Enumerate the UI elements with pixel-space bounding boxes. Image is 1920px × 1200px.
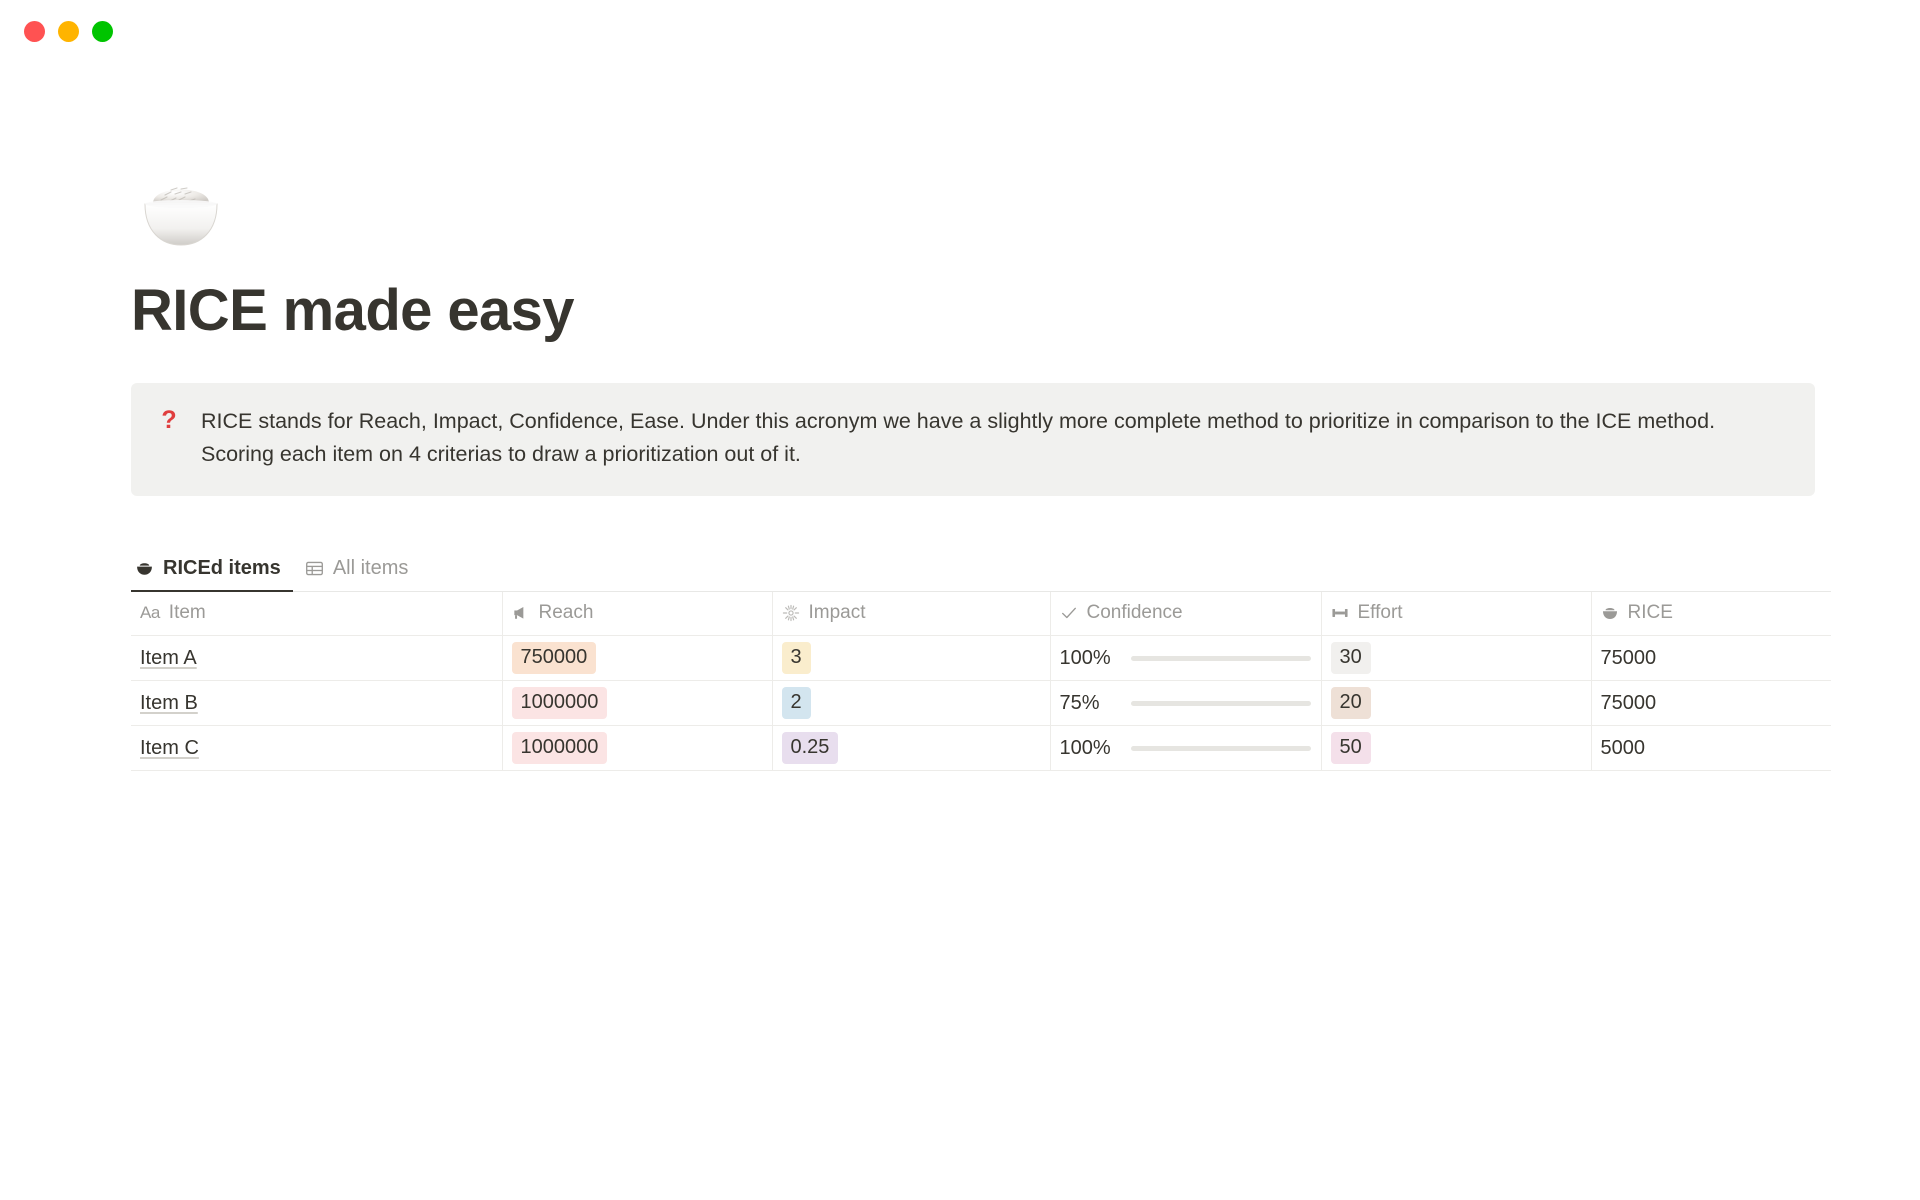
- rice-bowl-emoji[interactable]: [131, 157, 231, 257]
- cell-reach[interactable]: 1000000: [502, 681, 772, 726]
- column-header-item-label: Item: [169, 602, 206, 624]
- confidence-value: 75%: [1060, 692, 1118, 715]
- effort-pill: 30: [1331, 642, 1371, 673]
- impact-pill: 3: [782, 642, 811, 673]
- window-close-button[interactable]: [24, 21, 45, 42]
- rice-value: 5000: [1601, 737, 1646, 759]
- view-tabs: RICEd items All items: [131, 551, 1831, 592]
- rice-value: 75000: [1601, 647, 1657, 669]
- cell-effort[interactable]: 20: [1321, 681, 1591, 726]
- reach-pill: 1000000: [512, 687, 608, 718]
- column-header-rice[interactable]: RICE: [1591, 592, 1831, 636]
- callout-text: RICE stands for Reach, Impact, Confidenc…: [201, 405, 1761, 472]
- cell-confidence[interactable]: 100%: [1050, 726, 1321, 771]
- window-titlebar: [0, 0, 1920, 62]
- column-header-impact[interactable]: Impact: [772, 592, 1050, 636]
- page-title: RICE made easy: [131, 279, 1830, 344]
- rice-bowl-icon: [1601, 604, 1619, 622]
- effort-pill: 20: [1331, 687, 1371, 718]
- reach-pill: 1000000: [512, 732, 608, 763]
- column-header-reach-label: Reach: [539, 602, 594, 624]
- column-header-impact-label: Impact: [809, 602, 866, 624]
- cell-confidence[interactable]: 100%: [1050, 636, 1321, 681]
- table-row[interactable]: Item C 1000000 0.25 100% 50 5000: [131, 726, 1831, 771]
- table-row[interactable]: Item A 750000 3 100% 30 75000: [131, 636, 1831, 681]
- tab-all-items[interactable]: All items: [301, 551, 421, 591]
- tab-all-items-label: All items: [333, 557, 409, 580]
- cell-item[interactable]: Item B: [131, 681, 502, 726]
- tab-riced-items[interactable]: RICEd items: [131, 551, 293, 591]
- page-content: RICE made easy ? RICE stands for Reach, …: [0, 157, 1920, 771]
- confidence-value: 100%: [1060, 737, 1118, 760]
- column-header-effort-label: Effort: [1358, 602, 1403, 624]
- impact-pill: 0.25: [782, 732, 839, 763]
- confidence-progress-bar: [1131, 746, 1311, 751]
- column-header-confidence-label: Confidence: [1087, 602, 1183, 624]
- reach-pill: 750000: [512, 642, 597, 673]
- cell-item[interactable]: Item A: [131, 636, 502, 681]
- tab-riced-items-label: RICEd items: [163, 557, 281, 580]
- table-header-row: Aa Item Reach: [131, 592, 1831, 636]
- table-body: Item A 750000 3 100% 30 75000 Item B 1000000 2 75…: [131, 636, 1831, 771]
- window-maximize-button[interactable]: [92, 21, 113, 42]
- cell-item[interactable]: Item C: [131, 726, 502, 771]
- cell-impact[interactable]: 3: [772, 636, 1050, 681]
- column-header-item[interactable]: Aa Item: [131, 592, 502, 636]
- confidence-value: 100%: [1060, 647, 1118, 670]
- rice-value: 75000: [1601, 692, 1657, 714]
- rice-database-table: Aa Item Reach: [131, 592, 1831, 772]
- cell-rice[interactable]: 75000: [1591, 636, 1831, 681]
- sparkle-burst-icon: [782, 604, 800, 622]
- aa-text-icon: Aa: [140, 603, 160, 623]
- item-link[interactable]: Item A: [140, 647, 197, 669]
- cell-effort[interactable]: 30: [1321, 636, 1591, 681]
- confidence-progress-bar: [1131, 656, 1311, 661]
- callout-block: ? RICE stands for Reach, Impact, Confide…: [131, 383, 1815, 496]
- column-header-effort[interactable]: Effort: [1321, 592, 1591, 636]
- cell-confidence[interactable]: 75%: [1050, 681, 1321, 726]
- item-link[interactable]: Item B: [140, 692, 198, 714]
- item-link[interactable]: Item C: [140, 737, 199, 759]
- cell-impact[interactable]: 2: [772, 681, 1050, 726]
- cell-rice[interactable]: 75000: [1591, 681, 1831, 726]
- checkmark-icon: [1060, 604, 1078, 622]
- column-header-confidence[interactable]: Confidence: [1050, 592, 1321, 636]
- cell-impact[interactable]: 0.25: [772, 726, 1050, 771]
- column-header-rice-label: RICE: [1628, 602, 1673, 624]
- megaphone-icon: [512, 604, 530, 622]
- question-mark-icon: ?: [157, 405, 181, 435]
- cell-rice[interactable]: 5000: [1591, 726, 1831, 771]
- table-grid-icon: [305, 559, 324, 578]
- confidence-progress-bar: [1131, 701, 1311, 706]
- rice-bowl-icon: [135, 559, 154, 578]
- cell-reach[interactable]: 750000: [502, 636, 772, 681]
- impact-pill: 2: [782, 687, 811, 718]
- dumbbell-icon: [1331, 604, 1349, 622]
- window-minimize-button[interactable]: [58, 21, 79, 42]
- cell-reach[interactable]: 1000000: [502, 726, 772, 771]
- effort-pill: 50: [1331, 732, 1371, 763]
- table-row[interactable]: Item B 1000000 2 75% 20 75000: [131, 681, 1831, 726]
- cell-effort[interactable]: 50: [1321, 726, 1591, 771]
- column-header-reach[interactable]: Reach: [502, 592, 772, 636]
